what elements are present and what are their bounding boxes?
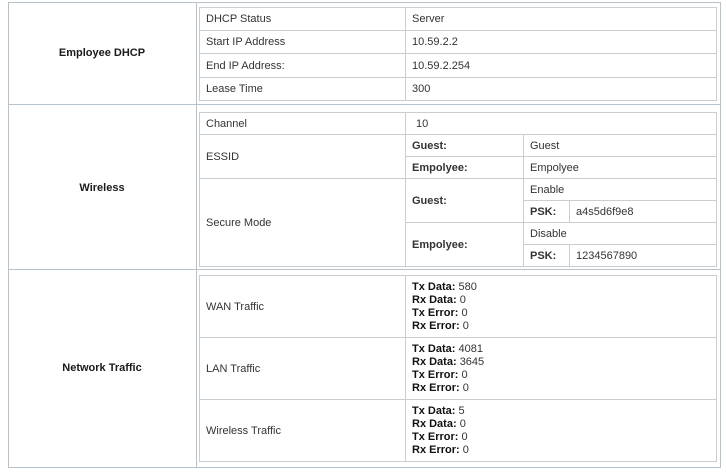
- section-title-wireless: Wireless: [79, 182, 125, 194]
- stat-value: 0: [459, 293, 466, 306]
- stat-label: Rx Error:: [412, 381, 460, 394]
- network-traffic-table: WAN Traffic Tx Data: 580 Rx Data: 0 Tx E…: [199, 275, 717, 462]
- secure-guest-state: Enable: [523, 178, 717, 201]
- stat-value: 0: [462, 381, 469, 394]
- employee-dhcp-table: DHCP Status Server Start IP Address 10.5…: [199, 7, 717, 101]
- row-label: Start IP Address: [199, 30, 406, 54]
- stat-value: 5: [458, 404, 465, 417]
- stat-line: Rx Data: 0: [412, 418, 716, 431]
- section-divider: [8, 104, 721, 105]
- stat-label: Tx Data:: [412, 404, 456, 417]
- section-title-network-traffic: Network Traffic: [62, 362, 142, 374]
- wireless-table: Channel 10 ESSID Guest: Guest Empolyee: …: [199, 112, 717, 267]
- secure-guest-psk-value: a4s5d6f9e8: [569, 200, 717, 223]
- secure-employee-psk-value: 1234567890: [569, 244, 717, 267]
- secure-employee-psk-label: PSK:: [523, 244, 570, 267]
- column-divider: [196, 2, 197, 468]
- essid-guest-label: Guest:: [405, 134, 524, 157]
- table-row: Channel 10: [199, 112, 717, 135]
- stat-label: Rx Data:: [412, 417, 457, 430]
- stat-value: 0: [461, 430, 468, 443]
- stat-value: 3645: [459, 355, 485, 368]
- table-row: End IP Address: 10.59.2.254: [199, 53, 717, 78]
- table-row: DHCP Status Server: [199, 7, 717, 31]
- secure-employee-state: Disable: [523, 222, 717, 245]
- traffic-stats-wan: Tx Data: 580 Rx Data: 0 Tx Error: 0 Rx E…: [405, 275, 717, 338]
- stat-value: 0: [461, 306, 468, 319]
- table-row: LAN Traffic Tx Data: 4081 Rx Data: 3645 …: [199, 337, 717, 400]
- stat-line: Tx Data: 580: [412, 281, 716, 294]
- table-row: Secure Mode Guest: Enable: [199, 178, 717, 267]
- channel-value: 10: [405, 112, 717, 135]
- table-row: Wireless Traffic Tx Data: 5 Rx Data: 0 T…: [199, 399, 717, 462]
- stat-line: Tx Error: 0: [412, 369, 716, 382]
- row-label: End IP Address:: [199, 53, 406, 78]
- stat-value: 0: [462, 443, 469, 456]
- table-row: WAN Traffic Tx Data: 580 Rx Data: 0 Tx E…: [199, 275, 717, 338]
- traffic-stats-wireless: Tx Data: 5 Rx Data: 0 Tx Error: 0 Rx Err…: [405, 399, 717, 462]
- stat-label: Tx Data:: [412, 280, 456, 293]
- table-row: Start IP Address 10.59.2.2: [199, 30, 717, 54]
- stat-value: 0: [461, 368, 468, 381]
- stat-label: Tx Error:: [412, 368, 459, 381]
- traffic-label-wan: WAN Traffic: [199, 275, 406, 338]
- traffic-label-lan: LAN Traffic: [199, 337, 406, 400]
- stat-line: Rx Data: 0: [412, 294, 716, 307]
- traffic-stats-lan: Tx Data: 4081 Rx Data: 3645 Tx Error: 0 …: [405, 337, 717, 400]
- stat-label: Tx Error:: [412, 430, 459, 443]
- row-label: Lease Time: [199, 77, 406, 101]
- row-value: 10.59.2.254: [405, 53, 717, 78]
- secure-guest-psk-label: PSK:: [523, 200, 570, 223]
- stat-label: Rx Error:: [412, 443, 460, 456]
- row-label: DHCP Status: [199, 7, 406, 31]
- stat-line: Tx Error: 0: [412, 307, 716, 320]
- channel-label: Channel: [199, 112, 406, 135]
- table-row: Lease Time 300: [199, 77, 717, 101]
- stat-line: Rx Error: 0: [412, 444, 716, 457]
- stat-line: Rx Error: 0: [412, 320, 716, 333]
- stat-value: 0: [462, 319, 469, 332]
- stat-line: Tx Data: 4081: [412, 343, 716, 356]
- stat-label: Tx Data:: [412, 342, 456, 355]
- secure-mode-label: Secure Mode: [199, 178, 406, 267]
- stat-value: 0: [459, 417, 466, 430]
- stat-line: Rx Data: 3645: [412, 356, 716, 369]
- stat-line: Tx Data: 5: [412, 405, 716, 418]
- section-divider: [8, 269, 721, 270]
- stat-line: Rx Error: 0: [412, 382, 716, 395]
- traffic-label-wireless: Wireless Traffic: [199, 399, 406, 462]
- stat-value: 4081: [458, 342, 483, 355]
- essid-guest-value: Guest: [523, 134, 717, 157]
- secure-employee-label: Empolyee:: [405, 222, 524, 267]
- essid-label: ESSID: [199, 134, 406, 179]
- secure-guest-label: Guest:: [405, 178, 524, 223]
- row-value: 10.59.2.2: [405, 30, 717, 54]
- essid-employee-value: Empolyee: [523, 156, 717, 179]
- stat-label: Tx Error:: [412, 306, 459, 319]
- stat-label: Rx Data:: [412, 355, 457, 368]
- table-row: ESSID Guest: Guest: [199, 134, 717, 179]
- row-value: Server: [405, 7, 717, 31]
- stat-label: Rx Data:: [412, 293, 457, 306]
- row-value: 300: [405, 77, 717, 101]
- stat-label: Rx Error:: [412, 319, 460, 332]
- stat-line: Tx Error: 0: [412, 431, 716, 444]
- section-title-employee-dhcp: Employee DHCP: [58, 47, 146, 59]
- stat-value: 580: [458, 280, 477, 293]
- essid-employee-label: Empolyee:: [405, 156, 524, 179]
